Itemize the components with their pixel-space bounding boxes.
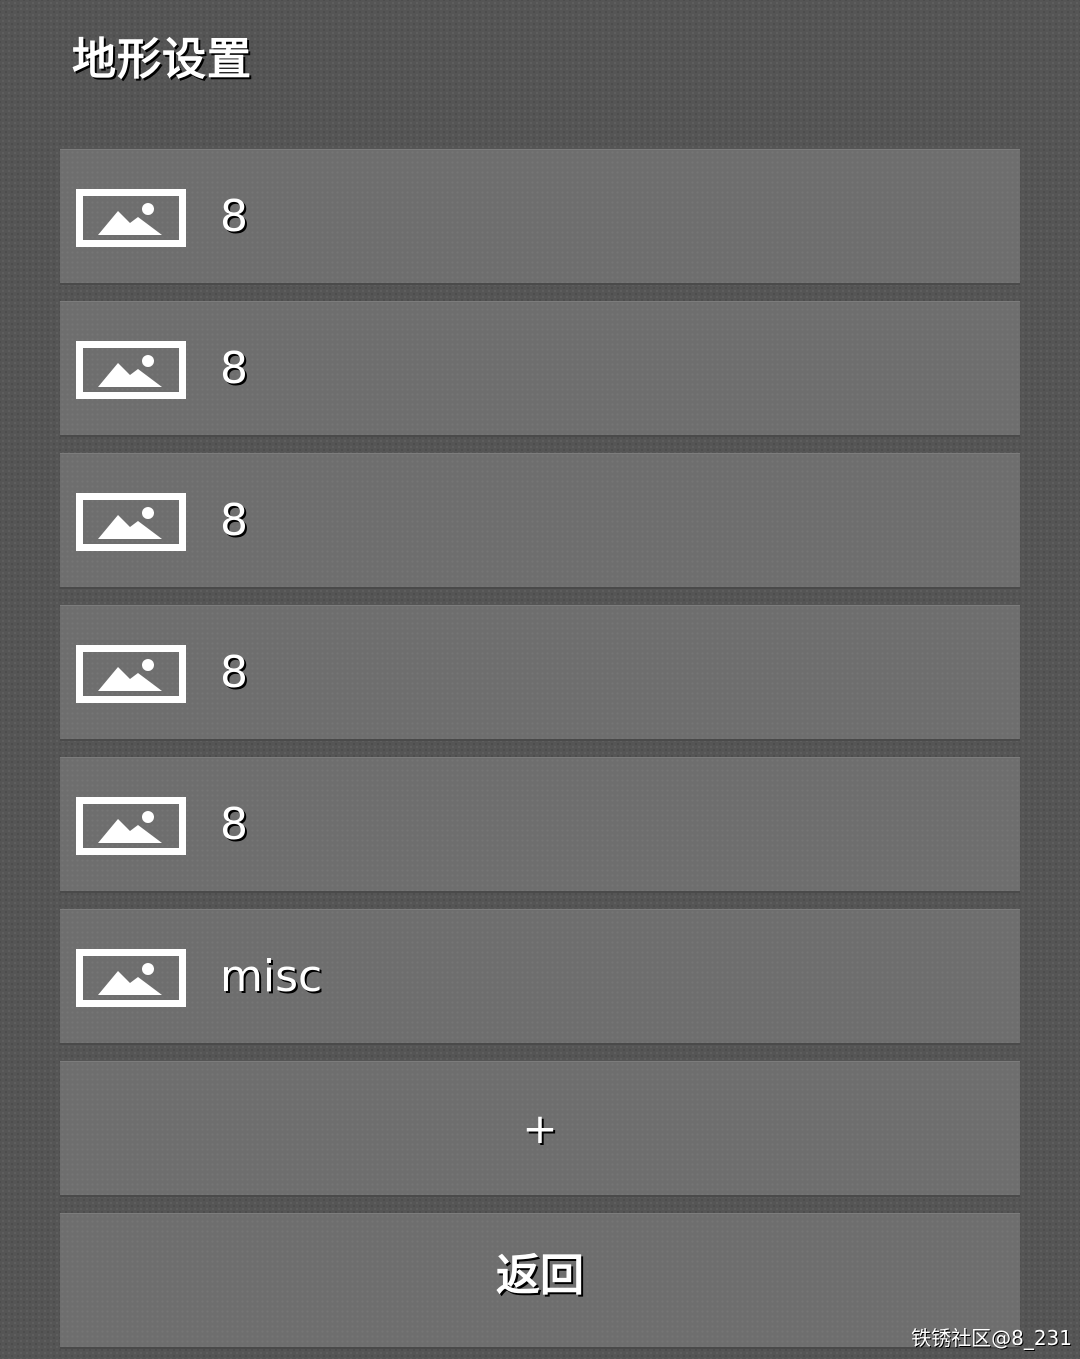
terrain-item-label: 8 [220,799,248,850]
image-icon [76,493,186,551]
terrain-item-button[interactable]: misc [60,909,1020,1045]
terrain-item-label: misc [220,951,323,1002]
terrain-item-label: 8 [220,647,248,698]
image-icon [76,341,186,399]
terrain-item-button[interactable]: 8 [60,149,1020,285]
page-title: 地形设置 [72,34,252,85]
terrain-item-label: 8 [220,343,248,394]
add-button[interactable]: + [60,1061,1020,1197]
terrain-item-button[interactable]: 8 [60,605,1020,741]
terrain-list: 8 8 8 8 8 misc + 返回 [60,149,1020,1349]
image-icon [76,189,186,247]
terrain-item-button[interactable]: 8 [60,757,1020,893]
terrain-item-label: 8 [220,495,248,546]
terrain-item-button[interactable]: 8 [60,453,1020,589]
image-icon [76,797,186,855]
image-icon [76,949,186,1007]
image-icon [76,645,186,703]
terrain-item-label: 8 [220,191,248,242]
add-button-label: + [522,1104,558,1153]
back-button[interactable]: 返回 [60,1213,1020,1349]
terrain-item-button[interactable]: 8 [60,301,1020,437]
watermark: 铁锈社区@8_231 [911,1326,1072,1350]
back-button-label: 返回 [496,1250,584,1301]
